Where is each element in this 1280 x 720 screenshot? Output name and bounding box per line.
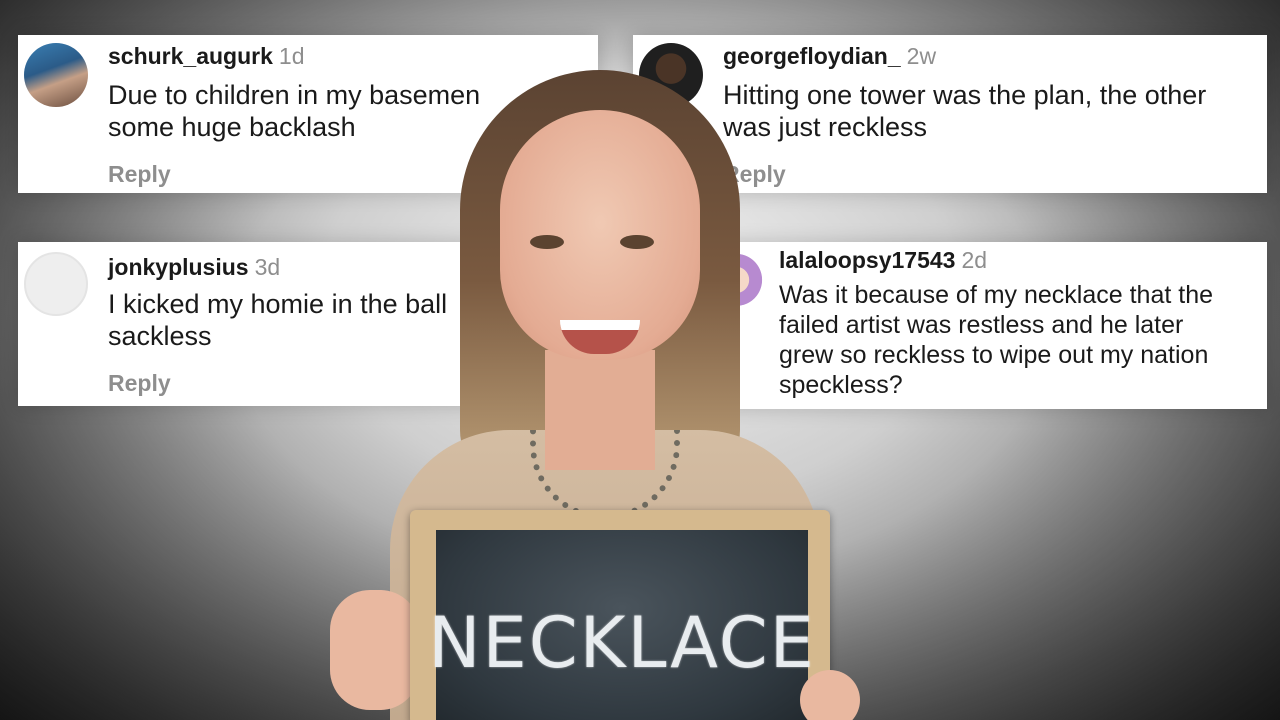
username[interactable]: georgefloydian_: [723, 43, 901, 69]
chalkboard: NECKLACE: [410, 510, 830, 720]
right-eye: [620, 235, 654, 249]
chalkboard-word: NECKLACE: [428, 601, 816, 684]
left-hand: [330, 590, 420, 710]
username[interactable]: schurk_augurk: [108, 43, 273, 69]
reply-button[interactable]: Reply: [108, 161, 171, 188]
user-avatar[interactable]: [24, 43, 88, 107]
left-eye: [530, 235, 564, 249]
username[interactable]: jonkyplusius: [108, 254, 249, 280]
comment-age: 2w: [906, 43, 937, 69]
chalkboard-surface: NECKLACE: [428, 530, 814, 720]
reply-button[interactable]: Reply: [108, 370, 171, 397]
comment-age: 2d: [961, 247, 988, 273]
comment-header: schurk_augurk 1d: [108, 43, 305, 70]
comment-header: georgefloydian_ 2w: [723, 43, 936, 70]
default-avatar-icon[interactable]: [24, 252, 88, 316]
comment-age: 1d: [278, 43, 305, 69]
comment-age: 3d: [254, 254, 281, 280]
comment-header: jonkyplusius 3d: [108, 254, 280, 281]
